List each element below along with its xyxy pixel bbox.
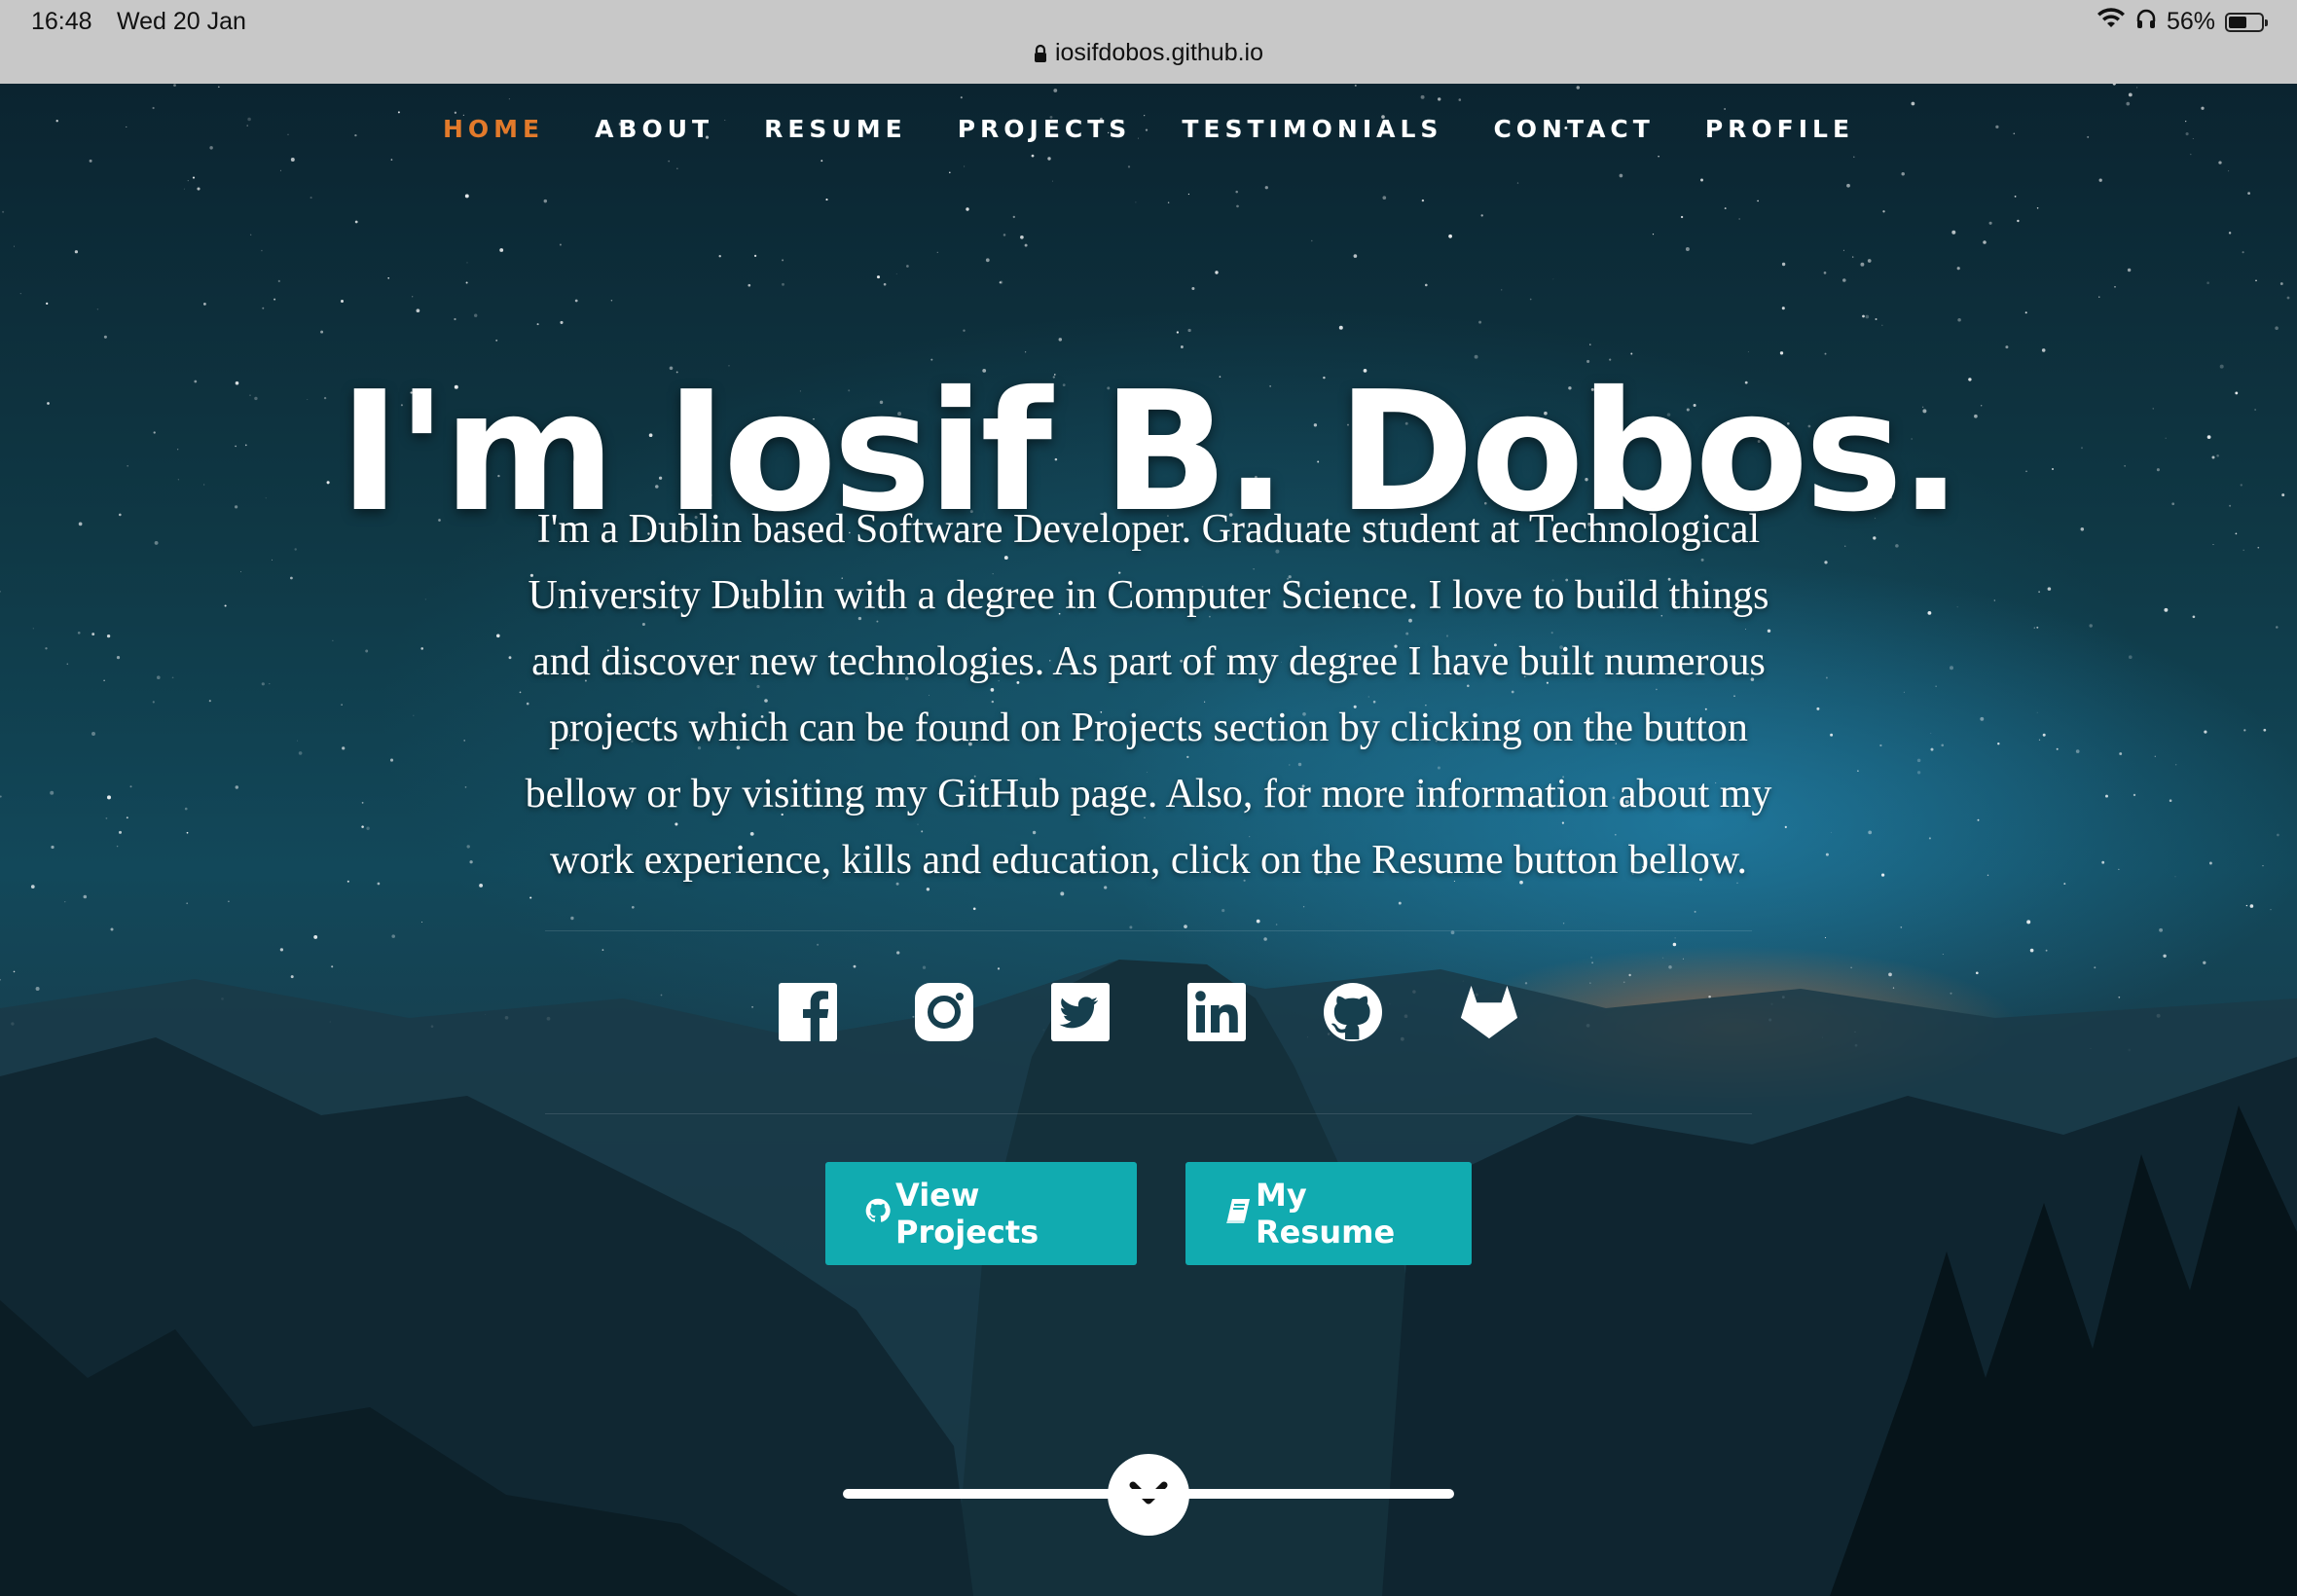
intro-line: University Dublin with a degree in Compu… — [528, 573, 1769, 618]
status-time: 16:48 — [31, 8, 92, 35]
instagram-icon[interactable] — [913, 981, 975, 1043]
intro-line: I'm a Dublin based Software Developer. G… — [536, 507, 1761, 552]
home-indicator[interactable] — [843, 1489, 1454, 1499]
facebook-icon[interactable] — [777, 981, 839, 1043]
nav-profile[interactable]: PROFILE — [1680, 115, 1879, 143]
book-icon — [1224, 1195, 1252, 1232]
divider — [545, 1113, 1752, 1114]
wifi-icon — [2096, 8, 2126, 36]
status-indicators: 56% — [2096, 8, 2268, 36]
nav-testimonials[interactable]: TESTIMONIALS — [1156, 115, 1468, 143]
twitter-icon[interactable] — [1049, 981, 1112, 1043]
nav-home[interactable]: HOME — [418, 115, 569, 143]
linkedin-icon[interactable] — [1185, 981, 1248, 1043]
battery-icon — [2225, 12, 2268, 32]
status-bar: 16:48 Wed 20 Jan 56% iosifdobos.github.i… — [0, 0, 2297, 84]
nav-resume[interactable]: RESUME — [739, 115, 932, 143]
gitlab-icon[interactable] — [1458, 981, 1520, 1043]
view-projects-label: View Projects — [895, 1177, 1039, 1251]
address-bar[interactable]: iosifdobos.github.io — [0, 39, 2297, 70]
status-date: Wed 20 Jan — [117, 8, 246, 35]
intro-line: projects which can be found on Projects … — [549, 706, 1748, 750]
view-projects-button[interactable]: View Projects — [825, 1162, 1137, 1265]
divider — [545, 930, 1752, 931]
battery-percent: 56% — [2166, 8, 2215, 35]
nav-contact[interactable]: CONTACT — [1468, 115, 1679, 143]
hero-section: HOME ABOUT RESUME PROJECTS TESTIMONIALS … — [0, 84, 2297, 1596]
lock-icon — [1034, 42, 1047, 70]
my-resume-label: My Resume — [1256, 1177, 1396, 1251]
intro-line: and discover new technologies. As part o… — [531, 639, 1766, 684]
main-nav: HOME ABOUT RESUME PROJECTS TESTIMONIALS … — [0, 115, 2297, 143]
github-small-icon — [864, 1195, 892, 1232]
github-icon[interactable] — [1322, 981, 1384, 1043]
url-text: iosifdobos.github.io — [1054, 39, 1264, 66]
nav-about[interactable]: ABOUT — [569, 115, 739, 143]
social-links — [0, 981, 2297, 1043]
intro-line: work experience, kills and education, cl… — [549, 838, 1748, 883]
hero-intro: I'm a Dublin based Software Developer. G… — [457, 496, 1840, 893]
hero-buttons: View Projects My Resume — [0, 1162, 2297, 1265]
intro-line: bellow or by visiting my GitHub page. Al… — [525, 772, 1772, 816]
my-resume-button[interactable]: My Resume — [1185, 1162, 1472, 1265]
headphones-icon — [2135, 8, 2157, 36]
nav-projects[interactable]: PROJECTS — [932, 115, 1157, 143]
